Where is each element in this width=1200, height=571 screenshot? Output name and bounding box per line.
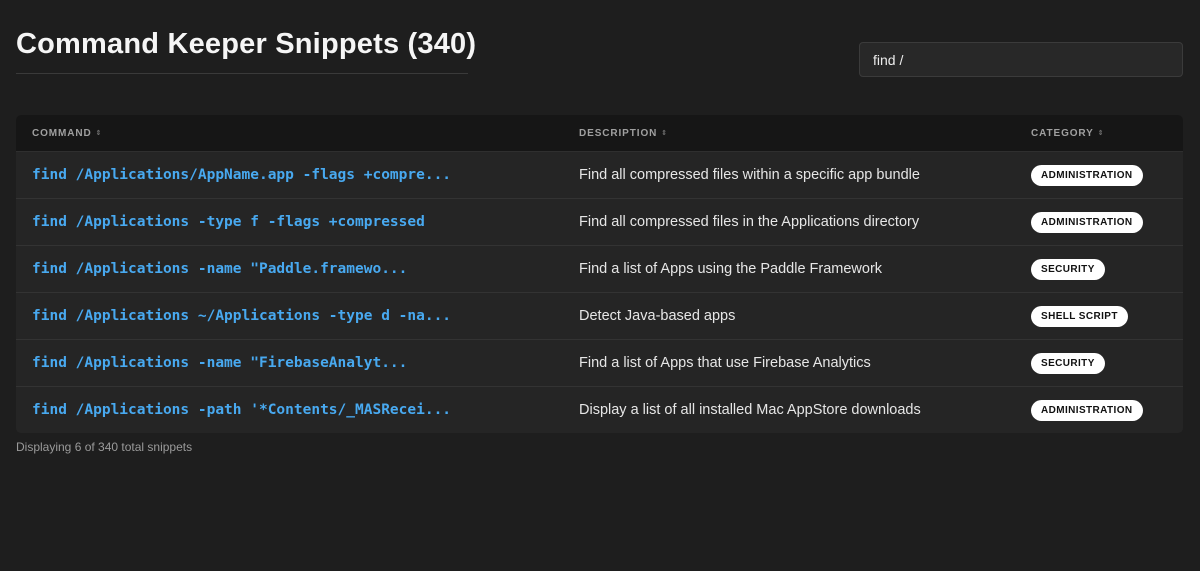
snippets-table: COMMAND ⇕ DESCRIPTION ⇕ CATEGORY ⇕ find … [16, 115, 1183, 433]
column-label-category: CATEGORY [1031, 127, 1094, 139]
page-title: Command Keeper Snippets (340) [16, 28, 477, 60]
command-text[interactable]: find /Applications -type f -flags +compr… [32, 214, 425, 230]
snippets-page: Command Keeper Snippets (340) COMMAND ⇕ … [0, 0, 1200, 571]
description-text: Find a list of Apps that use Firebase An… [579, 355, 871, 371]
command-text[interactable]: find /Applications -name "FirebaseAnalyt… [32, 355, 407, 371]
column-header-description[interactable]: DESCRIPTION ⇕ [563, 128, 1015, 139]
category-badge: ADMINISTRATION [1031, 399, 1143, 421]
description-text: Detect Java-based apps [579, 308, 736, 324]
category-badge: ADMINISTRATION [1031, 211, 1143, 233]
table-header: COMMAND ⇕ DESCRIPTION ⇕ CATEGORY ⇕ [16, 115, 1183, 152]
category-badge: SECURITY [1031, 258, 1105, 280]
table-row[interactable]: find /Applications -path '*Contents/_MAS… [16, 387, 1183, 433]
column-label-command: COMMAND [32, 127, 92, 139]
category-badge: SECURITY [1031, 352, 1105, 374]
sort-icon: ⇕ [1097, 130, 1105, 137]
description-text: Find all compressed files in the Applica… [579, 214, 920, 230]
column-label-description: DESCRIPTION [579, 127, 658, 139]
sort-icon: ⇕ [95, 130, 103, 137]
command-text[interactable]: find /Applications -name "Paddle.framewo… [32, 261, 407, 277]
table-row[interactable]: find /Applications/AppName.app -flags +c… [16, 152, 1183, 199]
category-badge: SHELL SCRIPT [1031, 305, 1128, 327]
table-row[interactable]: find /Applications -type f -flags +compr… [16, 199, 1183, 246]
table-row[interactable]: find /Applications ~/Applications -type … [16, 293, 1183, 340]
sort-icon: ⇕ [661, 130, 669, 137]
table-row[interactable]: find /Applications -name "FirebaseAnalyt… [16, 340, 1183, 387]
command-text[interactable]: find /Applications -path '*Contents/_MAS… [32, 402, 451, 418]
description-text: Find all compressed files within a speci… [579, 167, 920, 183]
description-text: Find a list of Apps using the Paddle Fra… [579, 261, 883, 277]
results-count: Displaying 6 of 340 total snippets [16, 440, 193, 454]
command-text[interactable]: find /Applications/AppName.app -flags +c… [32, 167, 451, 183]
column-header-command[interactable]: COMMAND ⇕ [16, 128, 563, 139]
search-input[interactable] [859, 42, 1183, 77]
table-row[interactable]: find /Applications -name "Paddle.framewo… [16, 246, 1183, 293]
description-text: Display a list of all installed Mac AppS… [579, 402, 921, 418]
category-badge: ADMINISTRATION [1031, 164, 1143, 186]
column-header-category[interactable]: CATEGORY ⇕ [1015, 128, 1183, 139]
command-text[interactable]: find /Applications ~/Applications -type … [32, 308, 451, 324]
page-header: Command Keeper Snippets (340) [16, 28, 477, 74]
